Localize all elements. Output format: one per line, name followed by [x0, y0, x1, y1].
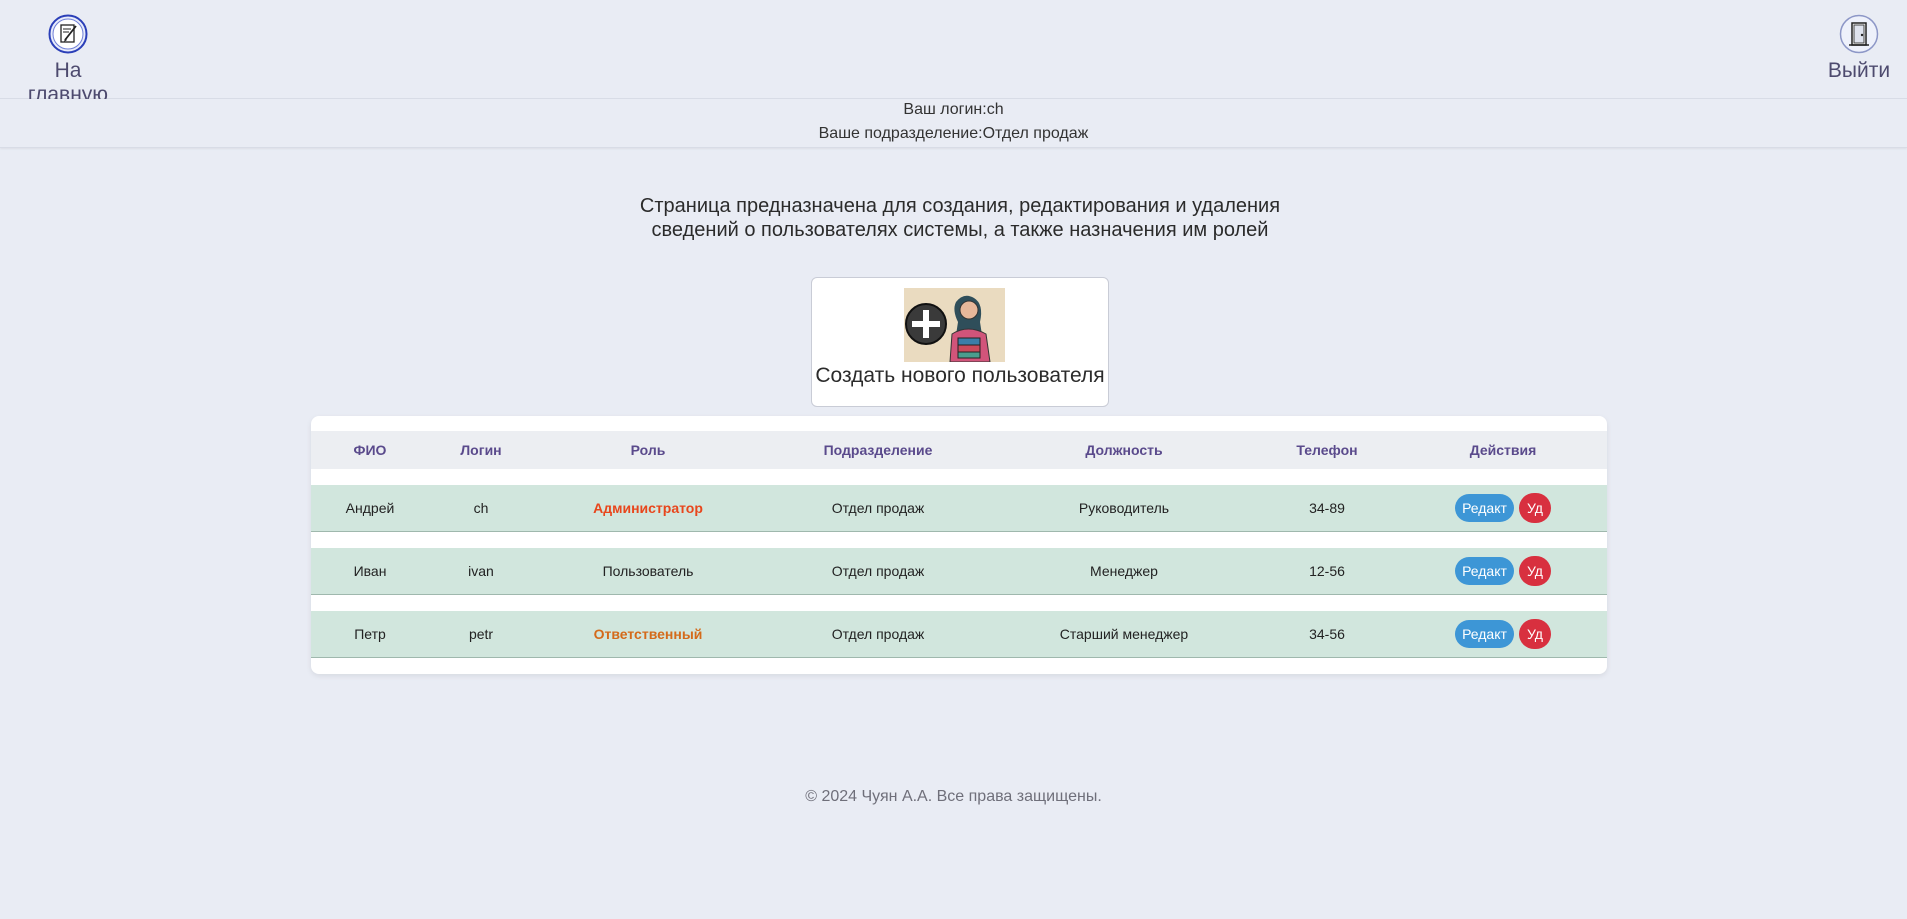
header-actions: Действия [1469, 442, 1537, 458]
home-link[interactable]: На главную [14, 14, 122, 107]
cell-role: Администратор [593, 500, 703, 516]
cell-department: Отдел продаж [831, 563, 925, 579]
users-table: ФИО Логин Роль Подразделение Должность Т… [311, 416, 1607, 674]
exit-label: Выйти [1827, 59, 1891, 82]
description-line-1: Страница предназначена для создания, ред… [639, 195, 1281, 217]
department-info: Ваше подразделение:Отдел продаж [818, 125, 1089, 142]
login-info: Ваш логин:ch [903, 101, 1004, 118]
edit-button[interactable]: Редакт [1455, 494, 1514, 522]
cell-department: Отдел продаж [831, 626, 925, 642]
page-description: Страница предназначена для создания, ред… [560, 194, 1360, 242]
cell-phone: 34-56 [1309, 626, 1345, 642]
cell-position: Менеджер [1090, 563, 1158, 579]
cell-actions: Редакт Уд [1399, 485, 1607, 531]
cell-login: ch [473, 500, 489, 516]
top-navigation-bar: На главную Выйти [0, 0, 1907, 106]
delete-button[interactable]: Уд [1518, 619, 1551, 649]
header-position: Должность [1085, 442, 1163, 458]
header-name: ФИО [353, 442, 387, 458]
exit-link[interactable]: Выйти [1827, 14, 1891, 83]
description-line-2: сведений о пользователях системы, а такж… [651, 219, 1269, 241]
create-user-button[interactable]: Создать нового пользователя [811, 277, 1109, 407]
cell-department: Отдел продаж [831, 500, 925, 516]
door-exit-icon [1839, 14, 1879, 54]
cell-role: Ответственный [593, 626, 703, 642]
cell-phone: 34-89 [1309, 500, 1345, 516]
cell-login: petr [468, 626, 494, 642]
footer-copyright: © 2024 Чуян А.А. Все права защищены. [805, 788, 1102, 805]
header-department: Подразделение [823, 442, 933, 458]
header-role: Роль [630, 442, 666, 458]
cell-actions: Редакт Уд [1399, 611, 1607, 657]
cell-position: Руководитель [1078, 500, 1170, 516]
table-row: Андрей ch Администратор Отдел продаж Рук… [311, 485, 1607, 532]
edit-button[interactable]: Редакт [1455, 620, 1514, 648]
header-phone: Телефон [1296, 442, 1358, 458]
cell-name: Иван [353, 563, 387, 579]
table-row: Иван ivan Пользователь Отдел продаж Мене… [311, 548, 1607, 595]
cell-name: Петр [354, 626, 386, 642]
cell-position: Старший менеджер [1059, 626, 1189, 642]
cell-actions: Редакт Уд [1399, 548, 1607, 594]
edit-button[interactable]: Редакт [1455, 557, 1514, 585]
cell-role: Пользователь [602, 563, 694, 579]
table-row: Петр petr Ответственный Отдел продаж Ста… [311, 611, 1607, 658]
notepad-icon [48, 14, 88, 54]
add-user-illustration-icon [904, 288, 1005, 362]
cell-phone: 12-56 [1309, 563, 1345, 579]
delete-button[interactable]: Уд [1518, 493, 1551, 523]
table-header: ФИО Логин Роль Подразделение Должность Т… [311, 431, 1607, 469]
delete-button[interactable]: Уд [1518, 556, 1551, 586]
cell-name: Андрей [345, 500, 395, 516]
create-user-label: Создать нового пользователя [815, 364, 1105, 387]
header-login: Логин [460, 442, 502, 458]
user-info-bar: Ваш логин:ch Ваше подразделение:Отдел пр… [0, 99, 1907, 148]
cell-login: ivan [468, 563, 494, 579]
